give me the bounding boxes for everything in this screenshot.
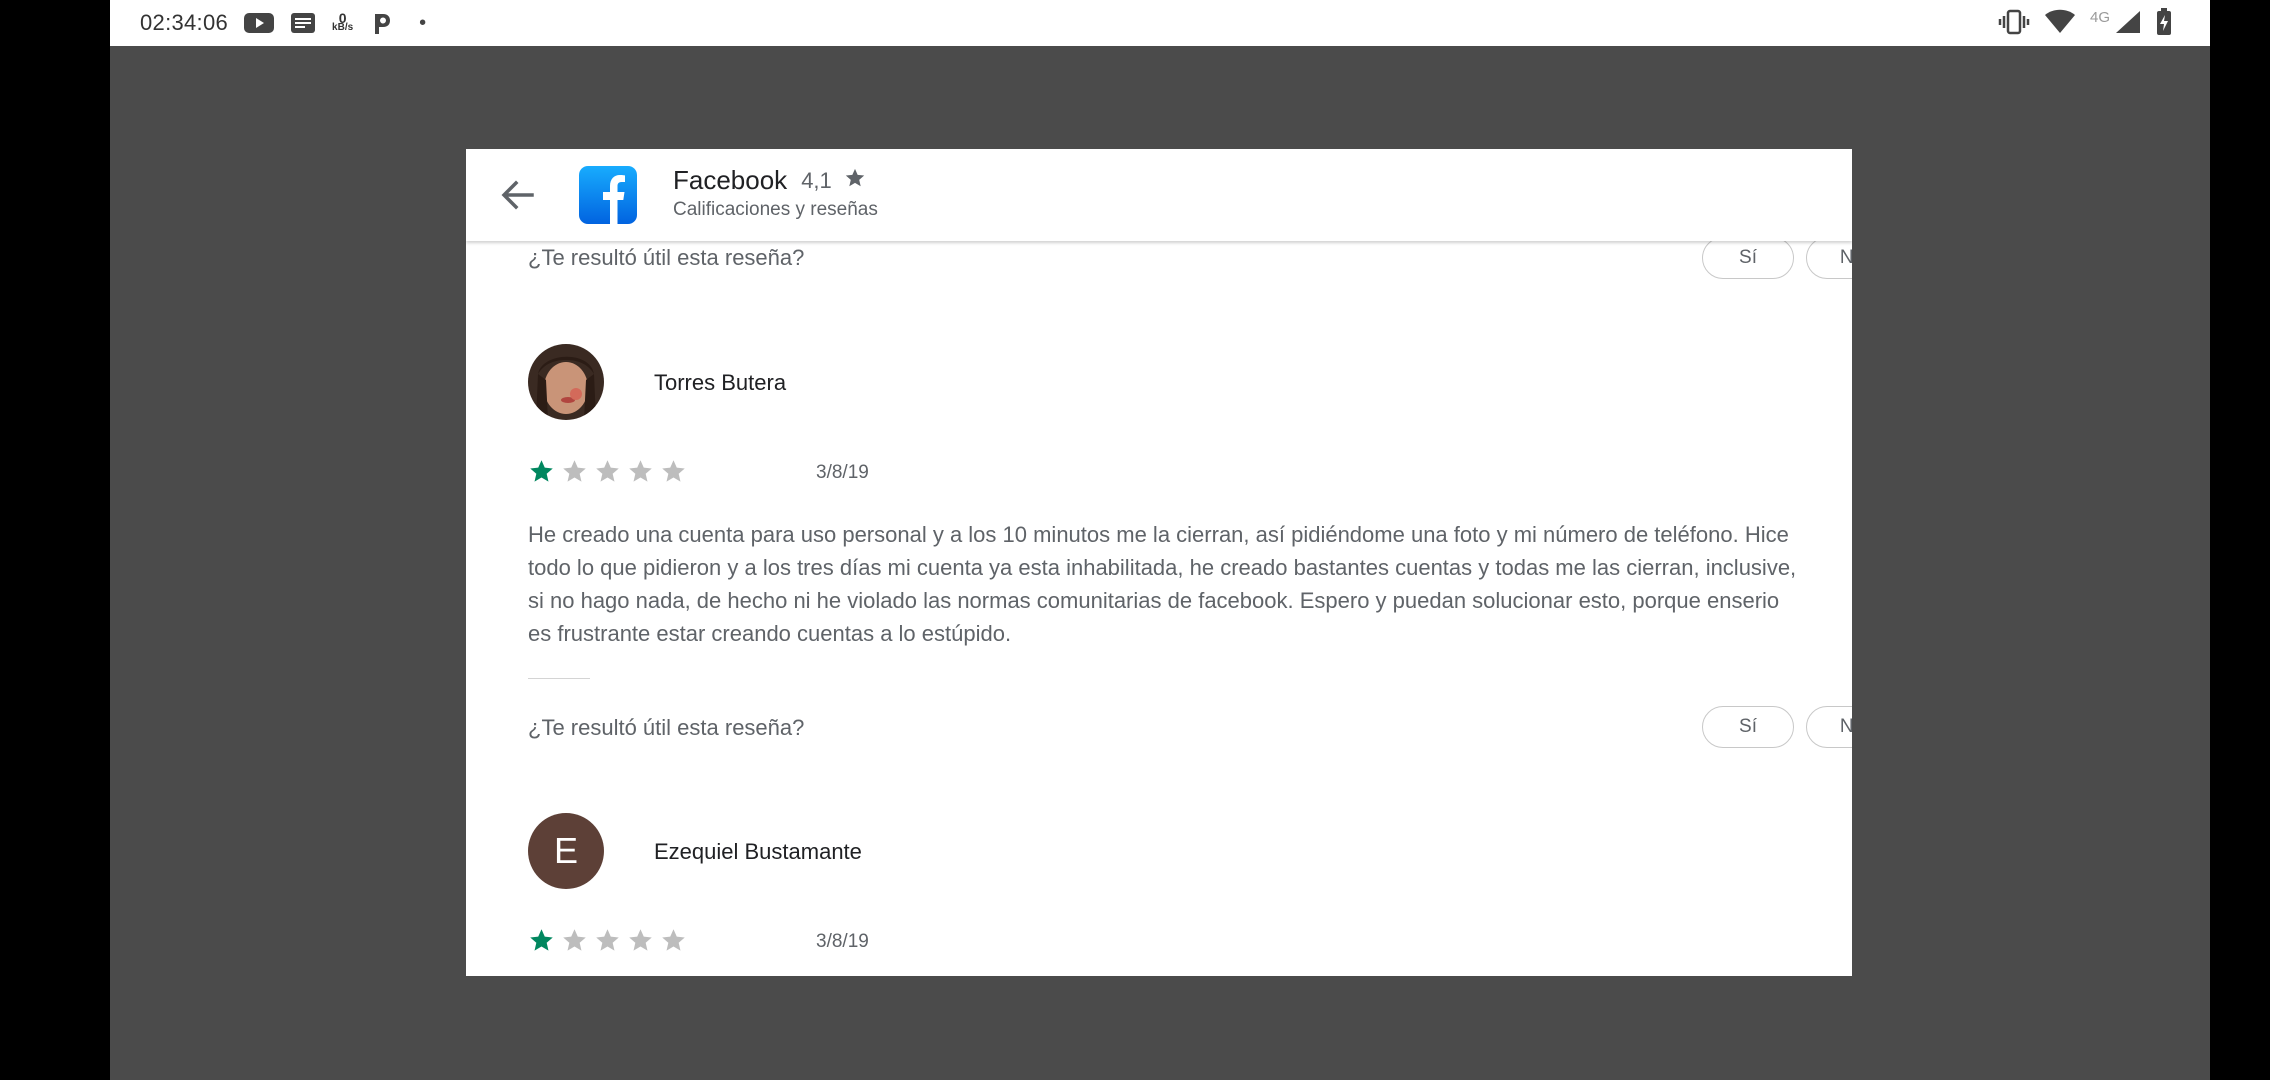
status-bar: 02:34:06 0 kB/s • 4G [110,0,2210,46]
reviewer-name: Torres Butera [654,370,787,395]
helpful-no-button[interactable]: No [1806,706,1852,748]
star-empty-icon [629,929,652,951]
reviews-list[interactable]: ¿Te resultó útil esta reseña? Sí No Torr… [466,149,1852,976]
helpful-yes-button[interactable]: Sí [1702,706,1794,748]
star-filled-icon [530,460,553,482]
network-speed: 0 kB/s [332,10,354,33]
star-empty-icon [629,460,652,482]
screen: 02:34:06 0 kB/s • 4G Facebook 4,1 Califi… [110,0,2210,1080]
divider [528,678,590,679]
network-type-label: 4G [2089,8,2110,26]
reviewer-name: Ezequiel Bustamante [654,839,862,864]
back-button[interactable] [496,173,540,217]
app-rating: 4,1 [801,167,832,193]
news-icon [290,11,316,35]
wifi-icon [2044,9,2076,35]
helpful-question: ¿Te resultó útil esta reseña? [528,245,805,270]
avatar: E [528,813,604,889]
review-date: 3/8/19 [816,931,869,952]
star-empty-icon [563,460,586,482]
star-empty-icon [596,929,619,951]
app-name: Facebook [673,165,788,195]
vibrate-icon [1998,9,2030,35]
star-empty-icon [662,929,685,951]
youtube-icon [244,12,275,34]
avatar [528,344,604,420]
ratings-reviews-dialog: Facebook 4,1 Calificaciones y reseñas ¿T… [466,149,1852,976]
review-date: 3/8/19 [816,462,869,483]
helpful-question: ¿Te resultó útil esta reseña? [528,715,805,740]
star-empty-icon [563,929,586,951]
reviewer-photo [528,344,604,420]
battery-charging-icon [2156,8,2172,36]
dialog-header: Facebook 4,1 Calificaciones y reseñas [466,149,1852,241]
review-star-rating [528,458,687,485]
helpful-yes-button[interactable]: Sí [1702,237,1794,279]
review-star-rating [528,927,687,954]
arrow-back-icon [501,180,534,210]
helpful-no-button[interactable]: No [1806,237,1852,279]
star-empty-icon [596,460,619,482]
star-icon [844,167,866,194]
notification-dot-icon: • [419,11,427,34]
page-subtitle: Calificaciones y reseñas [673,199,878,220]
facebook-app-icon [579,166,637,224]
star-filled-icon [530,929,553,951]
p-app-icon [369,10,393,36]
star-empty-icon [662,460,685,482]
review-text: He creado una cuenta para uso personal y… [528,522,1797,646]
status-time: 02:34:06 [140,10,229,35]
cellular-signal-icon [2114,9,2142,35]
